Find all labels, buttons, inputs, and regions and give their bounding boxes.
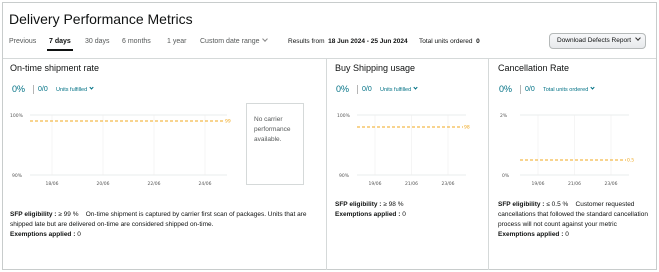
buyship-ratio: 0/0 [362,86,372,93]
divider [33,85,34,94]
ontime-percent: 0% [12,84,26,94]
custom-date-range-label: Custom date range [200,38,260,45]
buyship-footer: SFP eligibility : ≥ 98 % Exemptions appl… [335,200,483,220]
x-tick-label: 23/06 [442,181,455,187]
units-value: 0 [476,38,480,45]
tab-previous[interactable]: Previous [9,38,36,45]
exemptions-value: 0 [565,231,569,238]
buyship-selector-label: Units fulfilled [380,87,412,93]
units-ordered: Total units ordered 0 [419,38,480,45]
target-label: 99 [225,119,231,125]
exemptions-value: 0 [402,211,406,218]
ontime-chart: 100% 90% 18/06 20/06 22/06 24/06 99 [10,110,233,188]
eligibility-value: ≥ 99 % [58,211,79,218]
x-tick-label: 18/06 [46,181,59,187]
cancel-selector-label: Total units ordered [543,87,589,93]
ontime-panel-title: On-time shipment rate [10,63,100,73]
ontime-ratio: 0/0 [38,86,48,93]
tab-7-days-label: 7 days [49,38,71,45]
chevron-down-icon [261,36,268,42]
exemptions-label: Exemptions applied : [498,231,564,238]
cancel-panel-title: Cancellation Rate [498,63,570,73]
eligibility-label: SFP eligibility : [498,201,545,208]
active-tab-underline [47,49,73,51]
tab-custom-date-range[interactable]: Custom date range [200,36,268,45]
line-chart-svg: 100% 90% 19/06 21/06 23/06 98 [337,113,470,187]
cancel-units-selector[interactable]: Total units ordered [543,85,595,93]
tab-1-year[interactable]: 1 year [167,38,186,45]
x-tick-label: 20/06 [97,181,110,187]
y-tick-label: 2% [500,113,508,119]
results-label: Results from [288,38,325,45]
panel-divider [488,59,489,270]
target-label: 0.5 [627,158,634,164]
buyship-percent: 0% [336,84,350,94]
cancel-ratio: 0/0 [525,86,535,93]
buyship-chart: 100% 90% 19/06 21/06 23/06 98 [337,110,472,188]
line-chart-svg: 100% 90% 18/06 20/06 22/06 24/06 99 [10,113,231,187]
eligibility-value: ≤ 0.5 % [546,201,569,208]
y-tick-label: 90% [339,173,350,179]
ontime-selector-label: Units fulfilled [56,87,88,93]
target-label: 98 [464,125,470,131]
exemptions-value: 0 [77,231,81,238]
line-chart-svg: 2% 0% 19/06 21/06 23/06 0.5 [500,113,634,187]
y-tick-label: 100% [10,113,24,119]
tab-30-days[interactable]: 30 days [85,38,110,45]
x-tick-label: 22/06 [148,181,161,187]
header-divider [3,58,656,59]
exemptions-label: Exemptions applied : [335,211,401,218]
x-tick-label: 21/06 [568,181,581,187]
chevron-down-icon [635,35,641,41]
y-tick-label: 90% [12,173,23,179]
eligibility-value: ≥ 98 % [383,201,404,208]
exemptions-label: Exemptions applied : [10,231,76,238]
page-title: Delivery Performance Metrics [9,11,193,27]
tab-7-days[interactable]: 7 days [47,38,73,51]
cancel-footer: SFP eligibility : ≤ 0.5 % Customer reque… [498,200,648,240]
x-tick-label: 19/06 [369,181,382,187]
y-tick-label: 0% [502,173,510,179]
download-button-label: Download Defects Report [557,37,632,44]
eligibility-label: SFP eligibility : [335,201,382,208]
divider [357,85,358,94]
x-tick-label: 21/06 [405,181,418,187]
download-defects-report-button[interactable]: Download Defects Report [549,33,646,49]
ontime-units-selector[interactable]: Units fulfilled [56,85,94,93]
tab-6-months[interactable]: 6 months [122,38,151,45]
cancel-chart: 2% 0% 19/06 21/06 23/06 0.5 [500,110,635,188]
buyship-units-selector[interactable]: Units fulfilled [380,85,418,93]
x-tick-label: 24/06 [199,181,212,187]
y-tick-label: 100% [337,113,351,119]
units-label: Total units ordered [419,38,473,45]
x-tick-label: 23/06 [605,181,618,187]
results-range-value: 18 Jun 2024 - 25 Jun 2024 [328,38,408,45]
results-range: Results from 18 Jun 2024 - 25 Jun 2024 [288,38,408,45]
ontime-footer: SFP eligibility : ≥ 99 % On-time shipmen… [10,210,310,240]
divider [520,85,521,94]
buyship-panel-title: Buy Shipping usage [335,63,416,73]
no-carrier-message: No carrier performance available. [246,103,304,185]
x-tick-label: 19/06 [532,181,545,187]
eligibility-label: SFP eligibility : [10,211,57,218]
cancel-percent: 0% [499,84,513,94]
panel-divider [326,59,327,270]
